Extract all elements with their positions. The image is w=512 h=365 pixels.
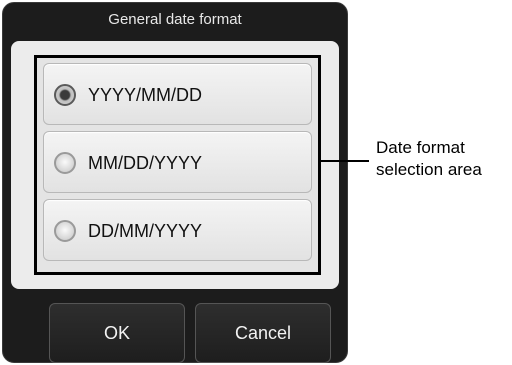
callout-line-1: Date format	[376, 138, 465, 157]
radio-selected-icon[interactable]	[54, 84, 76, 106]
dialog-title: General date format	[108, 11, 242, 28]
option-dd-mm-yyyy[interactable]: DD/MM/YYYY	[43, 199, 312, 261]
option-label: YYYY/MM/DD	[88, 85, 203, 105]
option-label: MM/DD/YYYY	[88, 153, 203, 173]
callout-line-2: selection area	[376, 160, 482, 179]
option-mm-dd-yyyy[interactable]: MM/DD/YYYY	[43, 131, 312, 193]
callout-label: Date format selection area	[376, 137, 482, 181]
callout-leader-line	[321, 160, 369, 162]
option-label: DD/MM/YYYY	[88, 221, 203, 241]
option-yyyy-mm-dd[interactable]: YYYY/MM/DD	[43, 63, 312, 125]
cancel-button[interactable]: Cancel	[195, 303, 331, 363]
date-format-selection-area: YYYY/MM/DD MM/DD/YYYY DD/MM/YYYY	[34, 55, 321, 275]
radio-unselected-icon[interactable]	[54, 220, 76, 242]
ok-button[interactable]: OK	[49, 303, 185, 363]
radio-unselected-icon[interactable]	[54, 152, 76, 174]
